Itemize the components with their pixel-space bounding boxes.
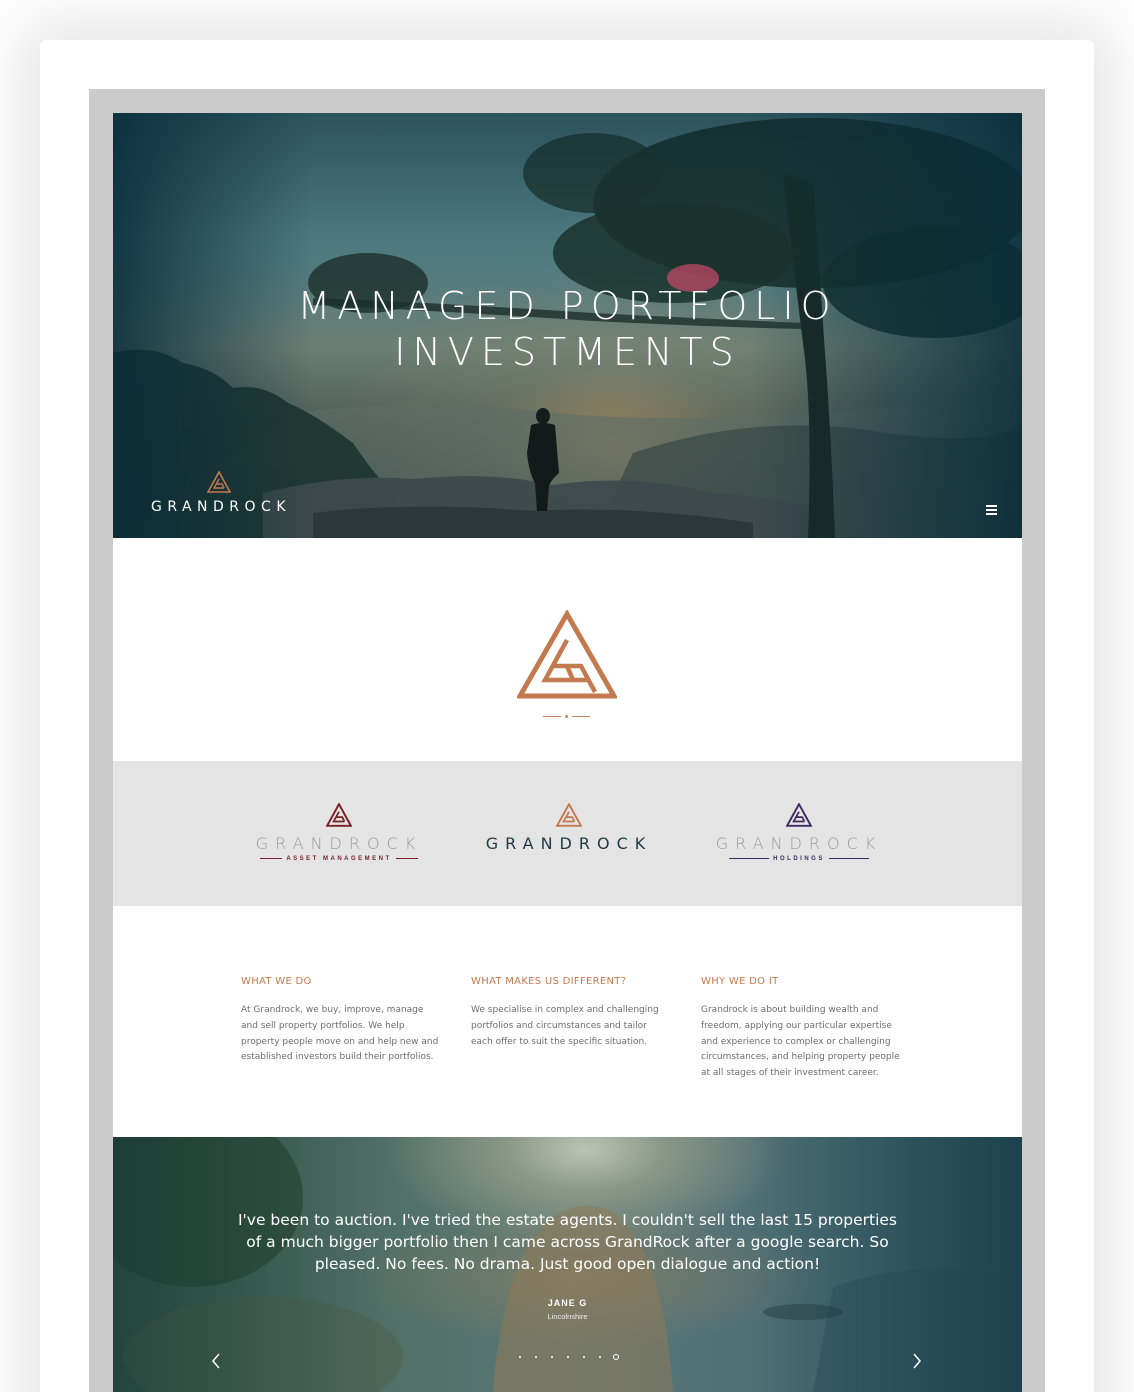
carousel-prev-arrow-icon[interactable] <box>210 1352 224 1370</box>
website-screen: MANAGED PORTFOLIO INVESTMENTS GRANDROCK <box>113 113 1022 1392</box>
info-section: WHAT WE DO At Grandrock, we buy, improve… <box>113 906 1022 1137</box>
carousel-dot[interactable] <box>551 1356 553 1358</box>
testimonial-author: JANE G <box>547 1298 588 1308</box>
what-makes-us-different-column: WHAT MAKES US DIFFERENT? We specialise i… <box>471 976 671 1050</box>
brand-wordmark: GRANDROCK <box>715 834 883 853</box>
what-makes-us-different-heading: WHAT MAKES US DIFFERENT? <box>471 976 627 987</box>
testimonial-section: I've been to auction. I've tried the est… <box>113 1137 1022 1392</box>
brand-subtitle: HOLDINGS <box>709 856 889 862</box>
brand-wordmark: GRANDROCK <box>255 834 423 853</box>
grandrock-logo-icon <box>556 803 582 827</box>
carousel-dot-active[interactable] <box>613 1354 619 1360</box>
brand-wordmark: GRANDROCK <box>485 834 653 853</box>
carousel-dot[interactable] <box>599 1356 601 1358</box>
grandrock-logo-icon <box>207 471 231 493</box>
brand-asset-management[interactable]: GRANDROCK ASSET MANAGEMENT <box>249 803 429 873</box>
testimonial-quote: I've been to auction. I've tried the est… <box>237 1211 898 1273</box>
brand-wordmark: GRANDROCK <box>150 499 292 515</box>
carousel-dot[interactable] <box>519 1356 521 1358</box>
brand-holdings[interactable]: GRANDROCK HOLDINGS <box>709 803 889 873</box>
logo-section <box>113 538 1022 761</box>
brand-grandrock[interactable]: GRANDROCK <box>479 803 659 873</box>
asset-management-logo-icon <box>326 803 352 827</box>
carousel-next-arrow-icon[interactable] <box>911 1352 925 1370</box>
brand-subtitle-text: ASSET MANAGEMENT <box>286 856 392 862</box>
carousel-dot[interactable] <box>583 1356 585 1358</box>
carousel-dot[interactable] <box>535 1356 537 1358</box>
testimonial-location: Lincolnshire <box>547 1312 588 1321</box>
why-we-do-it-text: Grandrock is about building wealth and f… <box>701 1005 900 1079</box>
carousel-dot[interactable] <box>567 1356 569 1358</box>
brand-subtitle: ASSET MANAGEMENT <box>249 856 429 862</box>
what-we-do-column: WHAT WE DO At Grandrock, we buy, improve… <box>241 976 441 1066</box>
hero-section: MANAGED PORTFOLIO INVESTMENTS GRANDROCK <box>113 113 1022 538</box>
why-we-do-it-heading: WHY WE DO IT <box>701 976 779 987</box>
what-we-do-text: At Grandrock, we buy, improve, manage an… <box>241 1005 439 1063</box>
hero-title-line-1: MANAGED PORTFOLIO <box>297 284 838 328</box>
header-logo[interactable]: GRANDROCK <box>141 471 301 521</box>
brands-strip: GRANDROCK ASSET MANAGEMENT GRANDROCK GRA… <box>113 761 1022 906</box>
what-we-do-heading: WHAT WE DO <box>241 976 312 987</box>
what-makes-us-different-text: We specialise in complex and challenging… <box>471 1005 659 1047</box>
logo-divider <box>543 715 591 719</box>
hero-title: MANAGED PORTFOLIO INVESTMENTS <box>113 283 1022 375</box>
hamburger-menu-icon[interactable] <box>986 505 998 515</box>
why-we-do-it-column: WHY WE DO IT Grandrock is about building… <box>701 976 901 1082</box>
carousel-pagination[interactable] <box>517 1354 627 1362</box>
hero-title-line-2: INVESTMENTS <box>394 330 741 374</box>
brand-subtitle-text: HOLDINGS <box>773 856 825 862</box>
holdings-logo-icon <box>786 803 812 827</box>
grandrock-large-logo-icon <box>517 610 617 699</box>
